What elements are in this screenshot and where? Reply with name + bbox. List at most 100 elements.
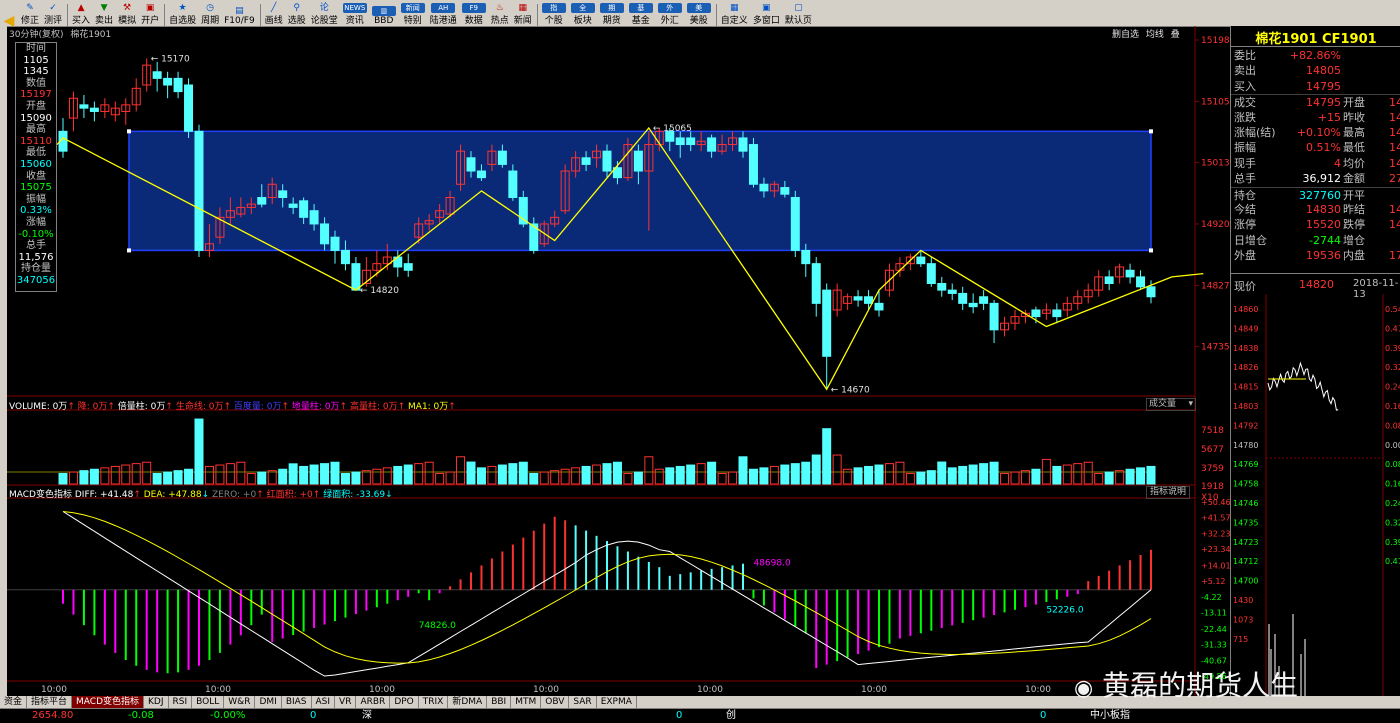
overlay-button[interactable]: 叠 — [1171, 30, 1180, 40]
forex-button[interactable]: 外外汇 — [656, 2, 684, 26]
stock-button[interactable]: 指个股 — [540, 2, 568, 26]
quote-value: 4 — [1334, 156, 1341, 170]
period-icon: ◷ — [206, 3, 215, 13]
tab-19[interactable]: EXPMA — [597, 696, 637, 708]
watchlist-button[interactable]: ★ 自选股 — [167, 2, 198, 26]
ah-icon: AH — [431, 3, 456, 13]
volume-bar — [497, 464, 507, 485]
candle-body — [1052, 309, 1062, 318]
tab-9[interactable]: ASI — [312, 696, 336, 708]
tab-1[interactable]: 指标平台 — [27, 696, 73, 708]
tab-5[interactable]: BOLL — [192, 696, 225, 708]
volume-bar — [445, 471, 455, 485]
multi-window-button[interactable]: ▣ 多窗口 — [751, 2, 782, 26]
volume-bar — [361, 470, 371, 485]
tab-17[interactable]: OBV — [541, 696, 570, 708]
simulate-button[interactable]: ⚒ 模拟 — [116, 2, 138, 26]
sell-button[interactable]: ▼ 卖出 — [93, 2, 115, 26]
quote-label: 振幅 — [1234, 141, 1256, 155]
volume-bar — [215, 464, 225, 485]
quote-label-2: 增仓 — [1343, 233, 1365, 247]
tab-8[interactable]: BIAS — [282, 696, 312, 708]
volume-bar — [518, 461, 528, 485]
remove-watch-button[interactable]: 删自选 — [1112, 30, 1139, 40]
chart-svg[interactable]: 15198 15105 15013 14920 14827 14735 ← 15170 ← 1… — [7, 26, 1231, 696]
candle-body — [958, 292, 968, 304]
tab-6[interactable]: W&R — [224, 696, 256, 708]
info-value: 15075 — [20, 182, 52, 194]
intraday-mini-chart[interactable]: 14860 14849 14838 14826 14815 14803 14792 14780… — [1231, 294, 1400, 696]
toolbar-btn-1[interactable]: ✎ 修正 — [19, 2, 41, 26]
market-cy: 创 — [726, 710, 736, 721]
candle-body — [152, 71, 162, 79]
price-tick-label: 15198 — [1201, 36, 1230, 46]
futures-button[interactable]: 期期货 — [598, 2, 626, 26]
price-tick-label: 14920 — [1201, 220, 1230, 230]
news-button[interactable]: NEWS 资讯 — [341, 2, 369, 26]
toolbar-btn-2[interactable]: ✓ 测评 — [42, 2, 64, 26]
volume-bar — [1062, 464, 1072, 485]
tab-12[interactable]: DPO — [390, 696, 419, 708]
forum-button[interactable]: 论论股堂 — [309, 2, 340, 26]
macd-zero: ZERO: +0 — [211, 490, 257, 500]
hot-button[interactable]: ♨ 热点 — [489, 2, 511, 26]
macd-diff: DIFF: +41.48 — [74, 490, 134, 500]
tab-7[interactable]: DMI — [255, 696, 282, 708]
quote-row: 持仓 327760 开平 — [1231, 186, 1400, 203]
volume-bar — [560, 468, 570, 485]
index-change: -0.08 — [128, 710, 154, 721]
left-side-strip[interactable] — [0, 26, 7, 696]
info-value: 15110 — [20, 135, 52, 147]
bbd-icon: ▥ — [371, 6, 396, 16]
volume-bar — [633, 471, 643, 485]
tab-11[interactable]: ARBR — [356, 696, 391, 708]
back-button[interactable]: ◀ — [0, 2, 18, 28]
volume-indicator-dropdown[interactable]: 成交量 ▾ — [1146, 398, 1196, 411]
newsfeed-button[interactable]: ▦ 新闻 — [512, 2, 534, 26]
indicator-help-button[interactable]: 指标说明 — [1146, 486, 1190, 499]
tab-15[interactable]: BBI — [487, 696, 512, 708]
tab-2[interactable]: MACD变色指标 — [72, 696, 145, 708]
hk-connect-button[interactable]: AH 陆港通 — [428, 2, 459, 26]
candle-body — [926, 263, 936, 285]
volume-bar — [299, 465, 309, 485]
sector-button[interactable]: 全板块 — [569, 2, 597, 26]
special-button[interactable]: 新闻 特别 — [399, 2, 427, 26]
tab-10[interactable]: VR — [335, 696, 357, 708]
draw-line-button[interactable]: ╱ 画线 — [263, 2, 285, 26]
us-stock-button[interactable]: 美美股 — [685, 2, 713, 26]
tab-16[interactable]: MTM — [511, 696, 542, 708]
mini-tick-left: 14712 — [1233, 557, 1258, 566]
fund-button[interactable]: 基基金 — [627, 2, 655, 26]
macd-tick-label: -22.44 — [1201, 625, 1227, 634]
f10-button[interactable]: ▤ F10/F9 — [222, 2, 257, 26]
period-button[interactable]: ◷ 周期 — [199, 2, 221, 26]
data-button[interactable]: F9 数据 — [460, 2, 488, 26]
default-page-button[interactable]: ▢ 默认页 — [783, 2, 814, 26]
ma-toggle[interactable]: 均线 — [1146, 30, 1164, 40]
tab-18[interactable]: SAR — [569, 696, 597, 708]
kline-chart-area[interactable]: 15198 15105 15013 14920 14827 14735 ← 15170 ← 1… — [7, 26, 1231, 696]
tab-3[interactable]: KDJ — [144, 696, 169, 708]
quote-label: 今结 — [1234, 203, 1256, 216]
open-account-button[interactable]: ▣ 开户 — [139, 2, 161, 26]
tab-14[interactable]: 新DMA — [448, 696, 488, 708]
bbd-button[interactable]: ▥ BBD — [370, 2, 398, 26]
mini-tick-left: 14700 — [1233, 577, 1258, 586]
volume-bar — [257, 471, 267, 485]
custom-button[interactable]: ▦ 自定义 — [719, 2, 750, 26]
tab-0[interactable]: 资金 — [0, 696, 28, 708]
quote-label: 买入 — [1234, 79, 1256, 93]
tab-13[interactable]: TRIX — [419, 696, 449, 708]
volume-bar — [696, 463, 706, 485]
tab-4[interactable]: RSI — [169, 696, 193, 708]
stock-select-button[interactable]: ⚲ 选股 — [286, 2, 308, 26]
volume-bar — [738, 456, 748, 485]
volume-bar — [644, 456, 654, 485]
quote-label-2: 均价 — [1343, 156, 1365, 170]
buy-button[interactable]: ▲ 买入 — [70, 2, 92, 26]
volume-bar — [853, 467, 863, 485]
volume-bar — [916, 471, 926, 485]
volume-bar — [864, 465, 874, 485]
volume-bar — [926, 470, 936, 485]
